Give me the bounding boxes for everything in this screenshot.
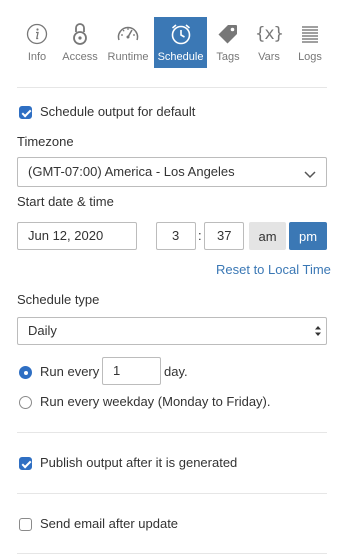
tab-label: Schedule xyxy=(157,51,204,63)
tab-vars[interactable]: {x} Vars xyxy=(249,17,289,68)
am-label: am xyxy=(258,228,277,244)
pm-button[interactable]: pm xyxy=(289,222,327,250)
start-date-value: Jun 12, 2020 xyxy=(28,228,104,243)
select-arrows-icon xyxy=(314,324,322,342)
schedule-type-label: Schedule type xyxy=(17,292,100,307)
tab-runtime[interactable]: Runtime xyxy=(104,17,152,68)
am-button[interactable]: am xyxy=(249,222,286,250)
run-weekday-label: Run every weekday (Monday to Friday). xyxy=(40,394,271,409)
logs-icon xyxy=(290,21,330,47)
tab-logs[interactable]: Logs xyxy=(290,17,330,68)
divider xyxy=(17,493,327,494)
lock-icon xyxy=(57,21,103,47)
run-weekday-radio[interactable] xyxy=(19,396,32,409)
hour-input[interactable]: 3 xyxy=(156,222,196,250)
tab-bar: Info Access Runtime Schedule Tags {x} Va… xyxy=(0,0,344,72)
speedometer-icon xyxy=(104,21,152,47)
tab-schedule[interactable]: Schedule xyxy=(154,17,207,68)
timezone-select[interactable]: (GMT-07:00) America - Los Angeles xyxy=(17,157,327,187)
tab-access[interactable]: Access xyxy=(57,17,103,68)
minute-input[interactable]: 37 xyxy=(204,222,244,250)
start-date-input[interactable]: Jun 12, 2020 xyxy=(17,222,137,250)
run-every-suffix: day. xyxy=(164,364,188,379)
schedule-type-select[interactable]: Daily xyxy=(17,317,327,345)
schedule-type-value: Daily xyxy=(28,323,57,338)
run-every-value: 1 xyxy=(113,363,121,378)
tab-tags[interactable]: Tags xyxy=(208,17,248,68)
tab-label: Runtime xyxy=(107,51,149,63)
time-separator: : xyxy=(198,228,202,243)
tab-label: Access xyxy=(62,51,98,63)
tab-label: Tags xyxy=(216,51,240,63)
tab-info[interactable]: Info xyxy=(15,17,59,68)
timezone-value: (GMT-07:00) America - Los Angeles xyxy=(28,164,235,179)
vars-glyph: {x} xyxy=(255,24,284,44)
run-every-input[interactable]: 1 xyxy=(102,357,161,385)
minute-value: 37 xyxy=(217,228,232,243)
tab-label: Vars xyxy=(258,51,280,63)
publish-output-label: Publish output after it is generated xyxy=(40,455,238,470)
clock-icon xyxy=(154,21,207,47)
divider xyxy=(17,87,327,88)
tag-icon xyxy=(208,21,248,47)
tab-label: Info xyxy=(27,51,47,63)
chevron-down-icon xyxy=(304,167,316,183)
divider xyxy=(17,432,327,433)
run-every-prefix: Run every xyxy=(40,364,100,379)
hour-value: 3 xyxy=(172,228,180,243)
divider xyxy=(17,553,327,554)
tab-label: Logs xyxy=(298,51,322,63)
send-email-checkbox[interactable] xyxy=(19,518,32,531)
schedule-enable-label: Schedule output for default xyxy=(40,104,196,119)
start-datetime-label: Start date & time xyxy=(17,194,114,209)
reset-local-time-link[interactable]: Reset to Local Time xyxy=(216,262,331,278)
timezone-label: Timezone xyxy=(17,134,74,149)
publish-output-checkbox[interactable] xyxy=(19,457,32,470)
variables-icon: {x} xyxy=(249,21,289,47)
pm-label: pm xyxy=(298,228,318,244)
send-email-label: Send email after update xyxy=(40,516,179,531)
schedule-enable-checkbox[interactable] xyxy=(19,106,32,119)
info-icon xyxy=(15,21,59,47)
run-every-radio[interactable] xyxy=(19,366,32,379)
